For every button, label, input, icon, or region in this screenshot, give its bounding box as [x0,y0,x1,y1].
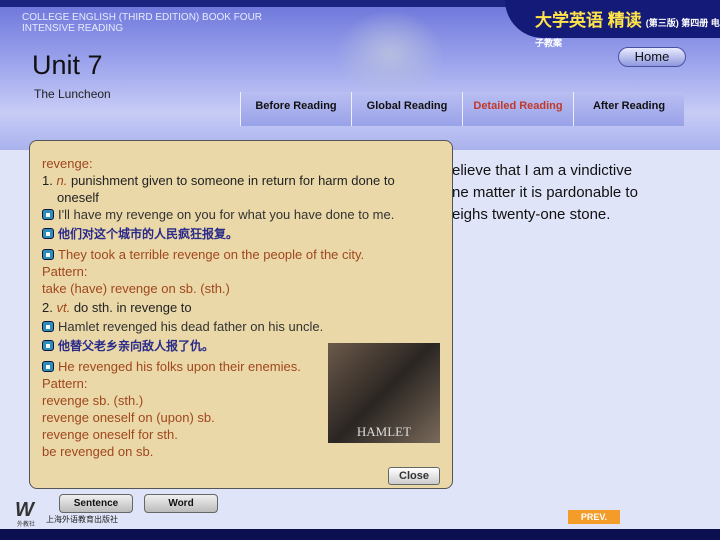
tab-global-reading[interactable]: Global Reading [351,92,462,126]
pos: n. [56,173,68,188]
tab-after-reading[interactable]: After Reading [573,92,684,126]
play-icon[interactable] [42,209,54,220]
header: 大学英语 精读 (第三版) 第四册 电子教案 COLLEGE ENGLISH (T… [0,0,720,150]
example-chinese: 他替父老乡亲向敌人报了仇。 [58,339,215,353]
nav-tabs: Before Reading Global Reading Detailed R… [240,92,684,126]
poster-caption: HAMLET [356,424,412,439]
play-icon[interactable] [42,321,54,332]
play-icon[interactable] [42,340,54,351]
play-icon[interactable] [42,228,54,239]
word-button[interactable]: Word [144,494,218,513]
example: He revenged his folks upon their enemies… [58,359,301,374]
pattern: be revenged on sb. [42,444,154,459]
home-button[interactable]: Home [618,47,686,67]
passage-line: eighs twenty-one stone. [452,206,611,223]
prev-button[interactable]: PREV. [568,510,620,524]
footer: W 外教社 Sentence Word 上海外语教育出版社 PREV. [0,489,720,529]
book-title: COLLEGE ENGLISH (THIRD EDITION) BOOK FOU… [22,12,262,34]
publisher-name: 上海外语教育出版社 [46,515,118,524]
bottom-bar [0,529,720,540]
hamlet-poster-image: HAMLET [328,343,440,443]
example: I'll have my revenge on you for what you… [58,207,395,222]
play-icon[interactable] [42,249,54,260]
example: Hamlet revenged his dead father on his u… [58,319,324,334]
example-chinese: 他们对这个城市的人民疯狂报复。 [58,227,239,241]
sentence-button[interactable]: Sentence [59,494,133,513]
unit-title: Unit 7 [32,50,103,80]
pattern: take (have) revenge on sb. (sth.) [42,281,230,296]
definition-1: 1. n. punishment given to someone in ret… [42,172,440,189]
close-button[interactable]: Close [388,467,440,485]
def-text: punishment given to someone in return fo… [70,173,395,188]
pattern-label: Pattern: [42,264,88,279]
def-text-cont: oneself [57,190,99,205]
passage-line: ne matter it is pardonable to [452,184,638,201]
brand-text: 大学英语 精读 [535,11,642,30]
word-popup: revenge: 1. n. punishment given to someo… [29,140,453,489]
play-icon[interactable] [42,361,54,372]
book-line2: INTENSIVE READING [22,23,124,34]
def-text: do sth. in revenge to [73,300,192,315]
def-num: 1. [42,173,53,188]
def-num: 2. [42,300,53,315]
passage-line: elieve that I am a vindictive [452,162,633,179]
passage-text: elieve that I am a vindictive ne matter … [452,160,638,226]
pos: vt. [56,300,71,315]
tab-detailed-reading[interactable]: Detailed Reading [462,92,573,126]
headword: revenge: [42,156,93,171]
brand-logo: 大学英语 精读 (第三版) 第四册 电子教案 [505,0,720,48]
tab-before-reading[interactable]: Before Reading [240,92,351,126]
unit-subtitle: The Luncheon [34,87,111,101]
book-line1: COLLEGE ENGLISH (THIRD EDITION) BOOK FOU… [22,12,263,23]
city-image [335,10,445,100]
publisher-logo-sub: 外教社 [17,522,36,528]
example: They took a terrible revenge on the peop… [58,247,365,262]
